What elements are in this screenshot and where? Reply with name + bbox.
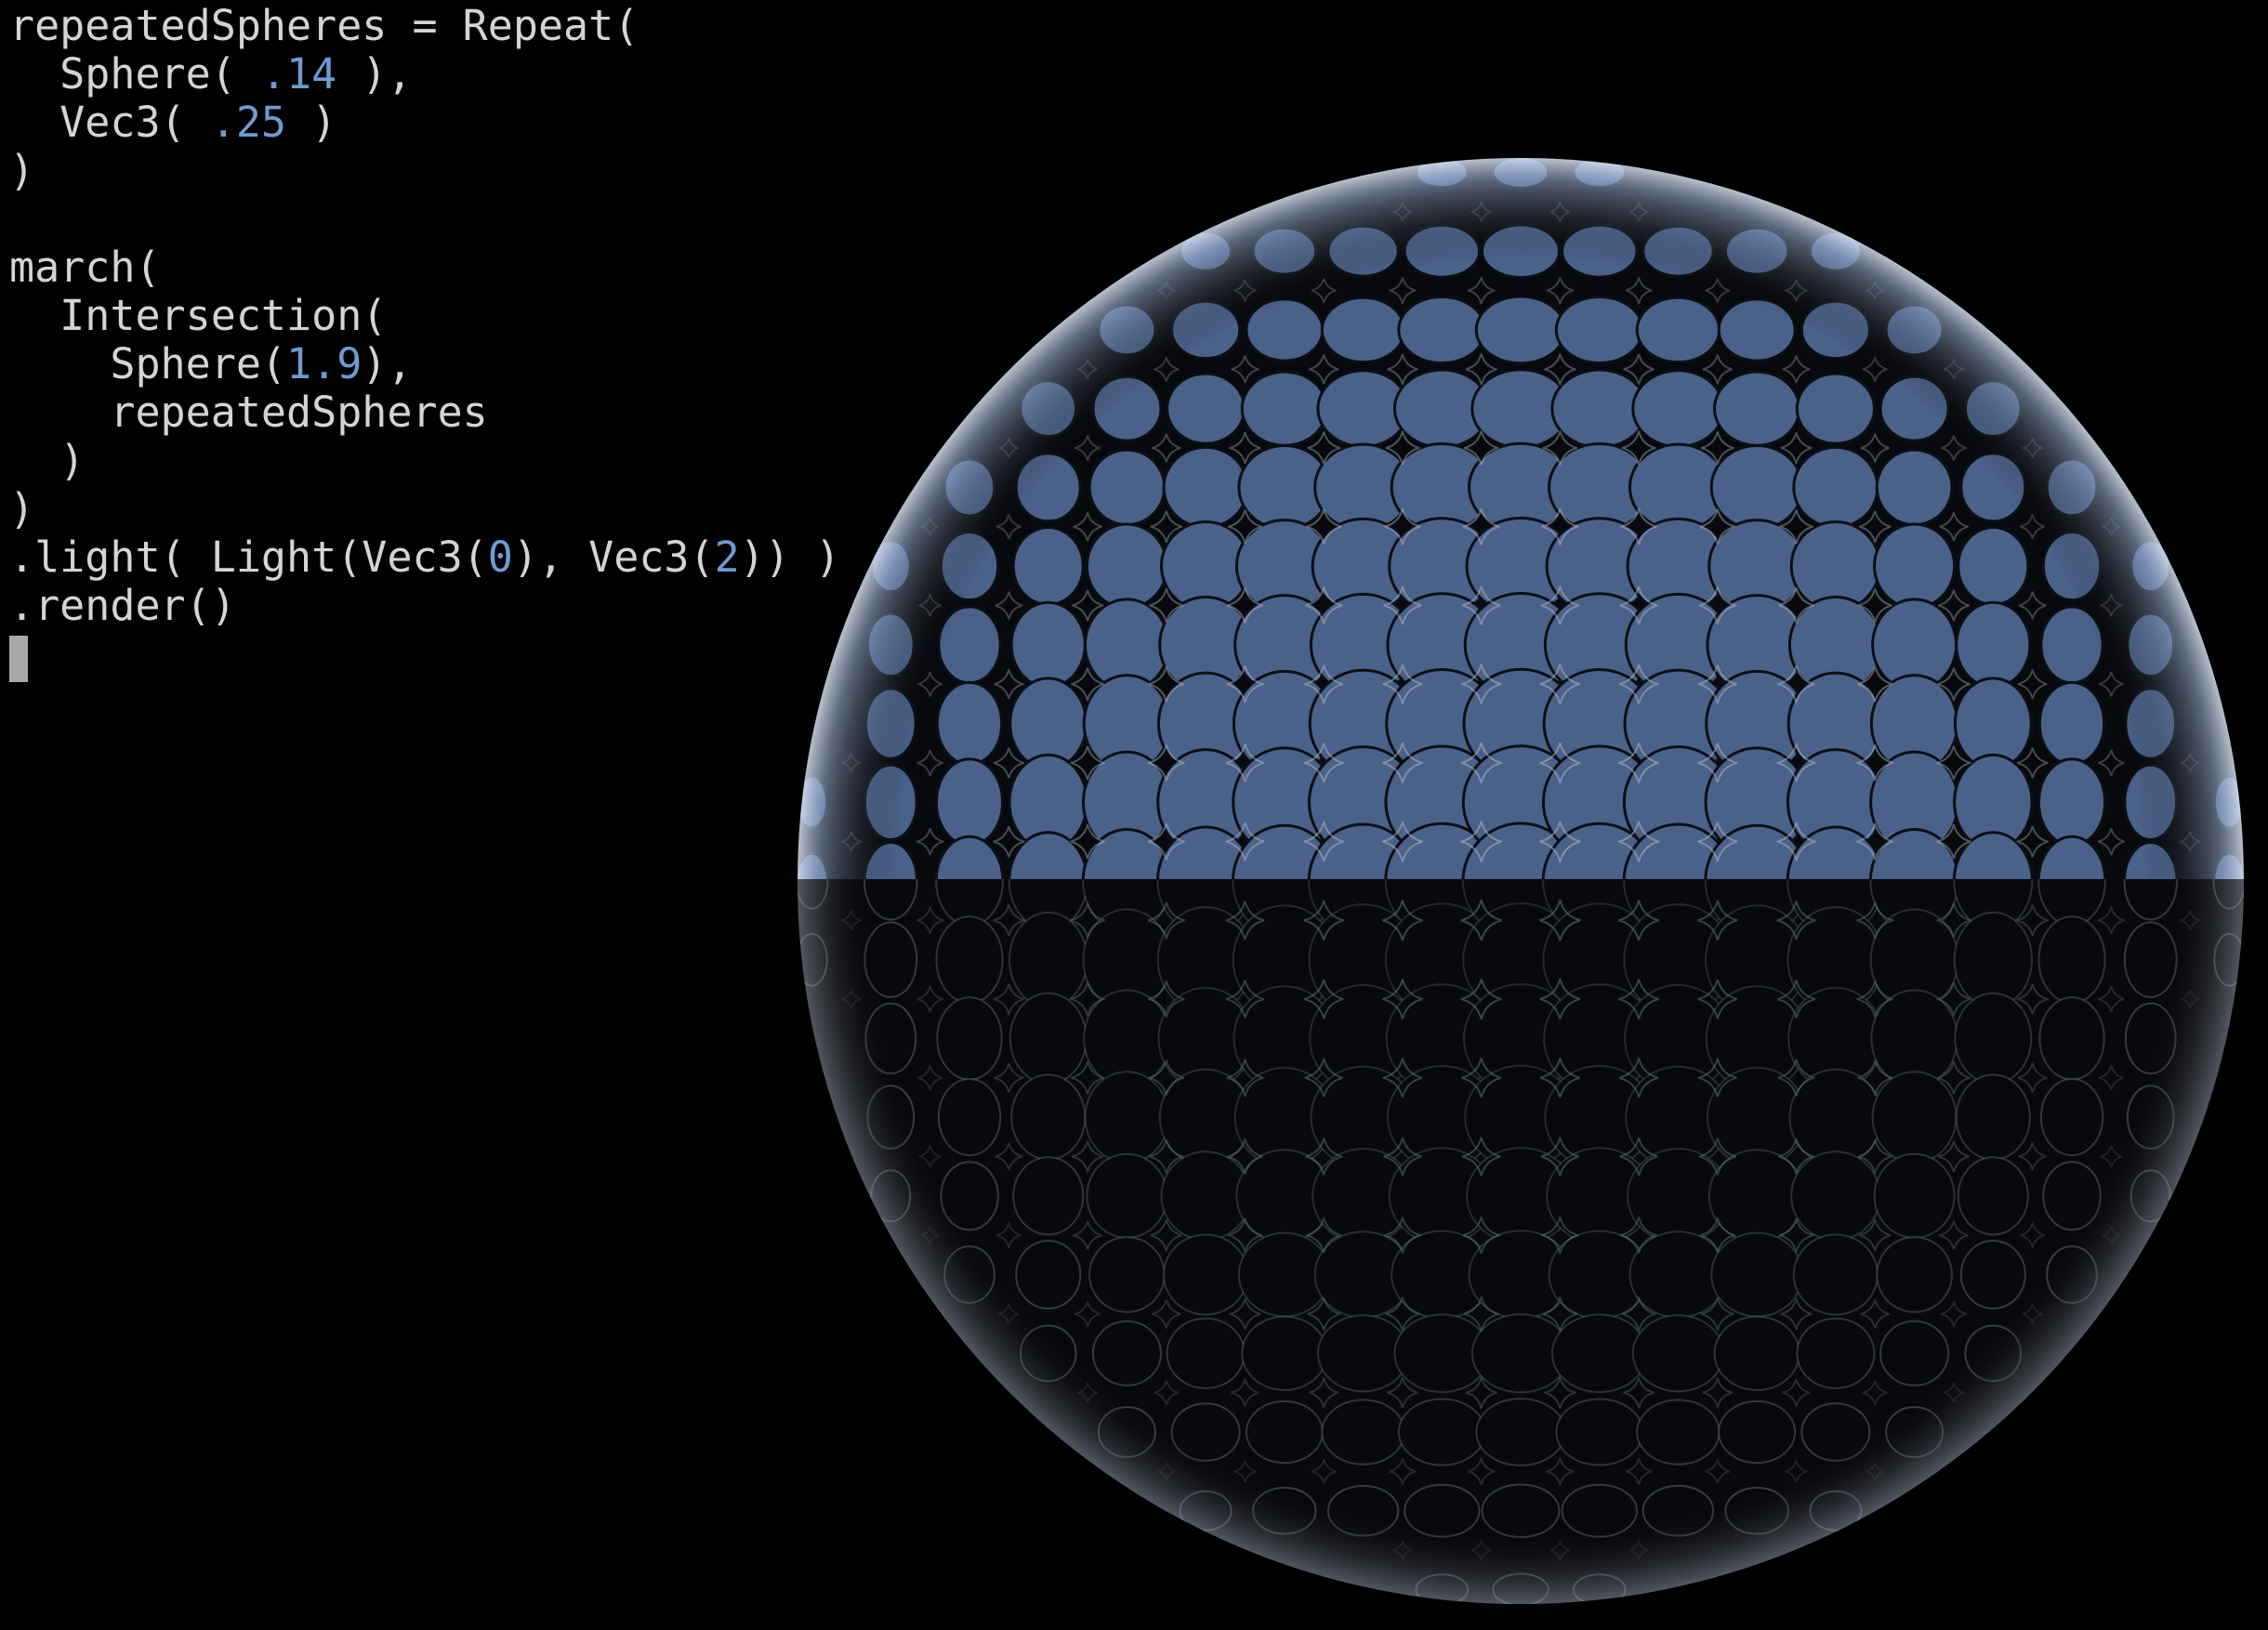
code-text-token: .render() bbox=[9, 581, 236, 630]
code-text-token: ), bbox=[362, 339, 413, 388]
code-number-token: 0 bbox=[487, 532, 513, 582]
code-text-token: march( bbox=[9, 243, 161, 292]
code-line: repeatedSpheres bbox=[9, 388, 883, 437]
code-text-token: ), Vec3( bbox=[512, 532, 715, 582]
code-text-token: Sphere( bbox=[9, 339, 287, 388]
code-line: Vec3( .25 ) bbox=[9, 99, 883, 147]
code-line: Sphere(1.9), bbox=[9, 340, 883, 388]
code-editor[interactable]: repeatedSpheres = Repeat( Sphere( .14 ),… bbox=[9, 2, 883, 630]
code-text-token: .light( Light(Vec3( bbox=[9, 532, 488, 582]
code-text-token: ), bbox=[336, 49, 413, 99]
code-text-token: ) bbox=[286, 98, 337, 147]
code-line: .light( Light(Vec3(0), Vec3(2)) ) bbox=[9, 533, 883, 582]
code-line: repeatedSpheres = Repeat( bbox=[9, 2, 883, 50]
text-cursor bbox=[9, 636, 28, 682]
code-text-token: repeatedSpheres = Repeat( bbox=[9, 1, 640, 50]
code-number-token: 1.9 bbox=[286, 339, 363, 388]
code-line: march( bbox=[9, 243, 883, 292]
code-number-token: .14 bbox=[260, 49, 337, 99]
code-text-token: Intersection( bbox=[9, 291, 388, 340]
sphere-render bbox=[798, 158, 2244, 1604]
code-text-token: ) bbox=[9, 146, 35, 195]
code-text-token: )) ) bbox=[739, 532, 841, 582]
code-text-token: ) bbox=[9, 436, 86, 485]
code-line: Intersection( bbox=[9, 292, 883, 340]
code-text-token: Sphere( bbox=[9, 49, 261, 99]
code-number-token: 2 bbox=[714, 532, 740, 582]
livecoding-screen: repeatedSpheres = Repeat( Sphere( .14 ),… bbox=[0, 0, 2268, 1630]
code-text-token: ) bbox=[9, 484, 35, 533]
code-line: ) bbox=[9, 437, 883, 485]
code-line: .render() bbox=[9, 582, 883, 630]
code-number-token: .25 bbox=[210, 98, 287, 147]
code-line: ) bbox=[9, 147, 883, 195]
code-text-token: Vec3( bbox=[9, 98, 211, 147]
code-line: ) bbox=[9, 485, 883, 533]
code-line: Sphere( .14 ), bbox=[9, 50, 883, 99]
code-text-token: repeatedSpheres bbox=[9, 388, 488, 437]
